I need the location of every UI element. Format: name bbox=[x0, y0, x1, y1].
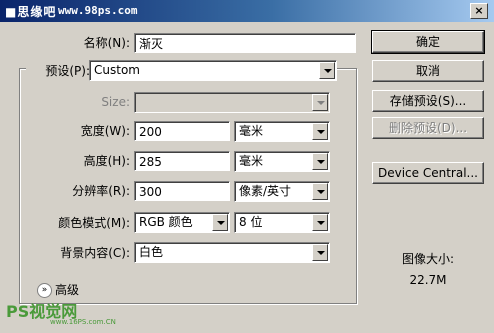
background-value: 白色 bbox=[139, 245, 164, 259]
chevron-down-icon[interactable] bbox=[312, 123, 328, 140]
name-label: 名称(N): bbox=[83, 36, 130, 50]
ok-button[interactable]: 确定 bbox=[371, 30, 485, 54]
resolution-input[interactable]: 300 bbox=[134, 181, 230, 201]
expand-advanced-icon[interactable]: » bbox=[37, 283, 52, 298]
size-label: Size: bbox=[101, 95, 130, 109]
width-input[interactable]: 200 bbox=[134, 121, 230, 141]
chevron-down-icon[interactable] bbox=[312, 183, 328, 200]
title-logo: ■思缘吧 bbox=[5, 5, 57, 19]
title-url: www.98ps.com bbox=[58, 4, 138, 17]
background-select[interactable]: 白色 bbox=[134, 242, 330, 263]
width-unit-value: 毫米 bbox=[239, 124, 264, 138]
cancel-button[interactable]: 取消 bbox=[372, 60, 484, 82]
chevron-down-icon[interactable] bbox=[212, 214, 228, 231]
height-label: 高度(H): bbox=[83, 154, 130, 168]
color-mode-select[interactable]: RGB 颜色 bbox=[134, 212, 230, 233]
preset-value: Custom bbox=[94, 63, 140, 77]
chevron-down-icon[interactable] bbox=[312, 244, 328, 261]
resolution-unit-select[interactable]: 像素/英寸 bbox=[234, 181, 330, 202]
height-input[interactable]: 285 bbox=[134, 151, 230, 171]
background-label: 背景内容(C): bbox=[60, 246, 130, 260]
bit-depth-select[interactable]: 8 位 bbox=[234, 212, 330, 233]
advanced-label[interactable]: 高级 bbox=[55, 280, 85, 300]
image-size-value: 22.7M bbox=[409, 273, 447, 287]
color-mode-value: RGB 颜色 bbox=[139, 215, 193, 229]
watermark-url: www.16PS.com.CN bbox=[50, 318, 116, 326]
resolution-label: 分辨率(R): bbox=[72, 184, 130, 198]
chevron-down-icon[interactable] bbox=[319, 62, 335, 79]
device-central-button[interactable]: Device Central... bbox=[372, 162, 484, 184]
resolution-unit-value: 像素/英寸 bbox=[239, 184, 292, 198]
name-input[interactable]: 渐灭 bbox=[134, 33, 356, 53]
close-button[interactable]: × bbox=[470, 3, 488, 19]
width-label: 宽度(W): bbox=[80, 124, 130, 138]
color-mode-label: 颜色模式(M): bbox=[58, 216, 130, 230]
height-unit-value: 毫米 bbox=[239, 154, 264, 168]
preset-select[interactable]: Custom bbox=[89, 60, 337, 81]
preset-label: 预设(P): bbox=[26, 61, 92, 81]
chevron-down-icon[interactable] bbox=[312, 214, 328, 231]
delete-preset-button: 删除预设(D)... bbox=[372, 117, 484, 139]
save-preset-button[interactable]: 存储预设(S)... bbox=[372, 90, 484, 112]
chevron-down-icon bbox=[312, 94, 328, 111]
height-unit-select[interactable]: 毫米 bbox=[234, 151, 330, 172]
chevron-down-icon[interactable] bbox=[312, 153, 328, 170]
width-unit-select[interactable]: 毫米 bbox=[234, 121, 330, 142]
size-select bbox=[134, 92, 330, 113]
bit-depth-value: 8 位 bbox=[239, 215, 263, 229]
image-size-label: 图像大小: bbox=[401, 252, 455, 266]
